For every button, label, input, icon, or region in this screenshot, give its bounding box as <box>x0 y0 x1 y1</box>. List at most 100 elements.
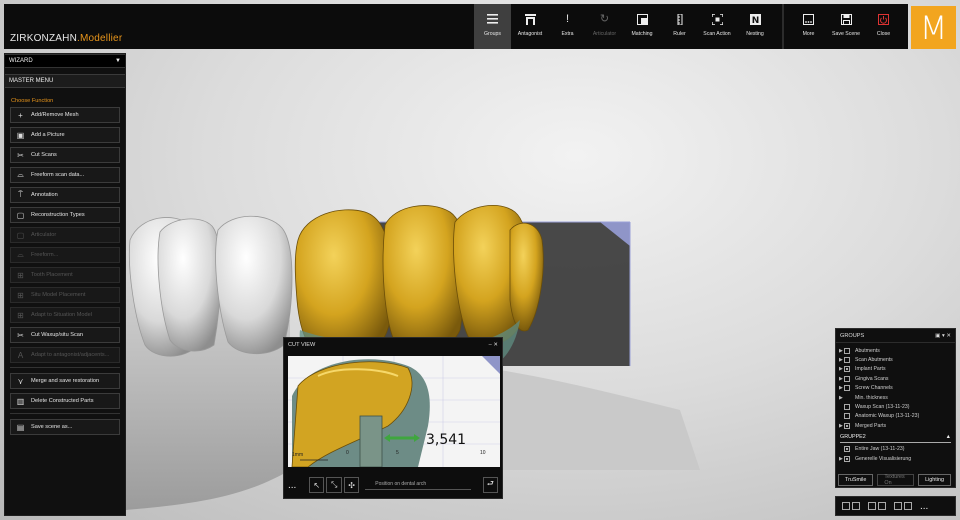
checkbox[interactable] <box>844 385 850 392</box>
freeform-scan-data-button[interactable]: ⌓ Freeform scan data... <box>10 167 120 183</box>
group-item-gingiva-scans[interactable]: ▶ Gingiva Scans <box>836 374 955 383</box>
expand-arrow-icon[interactable]: ▶ <box>836 357 844 363</box>
ruler-tool-button[interactable]: Ruler <box>661 4 698 49</box>
expand-arrow-icon[interactable]: ▶ <box>836 366 844 372</box>
delete-constructed-parts-button[interactable]: ▥ Delete Constructed Parts <box>10 393 120 409</box>
tool-label: Save Scene <box>832 31 860 37</box>
group-item-entire-jaw[interactable]: Entire Jaw (13-11-23) <box>836 445 955 454</box>
group-item-waxup-scan[interactable]: Waxup Scan (13-11-23) <box>836 402 955 411</box>
expand-arrow-icon[interactable]: ▶ <box>836 423 844 429</box>
adapt-icon: ⊞ <box>17 310 24 320</box>
layout-icon[interactable] <box>868 502 876 510</box>
button-label: Add a Picture <box>31 132 65 138</box>
trusmile-button[interactable]: TruSmile <box>838 474 874 486</box>
checkbox[interactable] <box>844 446 850 453</box>
layout-icon[interactable] <box>894 502 902 510</box>
merge-save-restoration-button[interactable]: ⋎ Merge and save restoration <box>10 373 120 389</box>
tool-label: Extra <box>561 31 574 37</box>
chevron-down-icon[interactable]: ▾ <box>942 333 945 339</box>
checkbox[interactable] <box>844 404 850 411</box>
checkbox[interactable] <box>844 347 850 354</box>
cut-waxup-situ-scan-button[interactable]: ✂ Cut Waxup/situ Scan <box>10 327 120 343</box>
close-icon[interactable]: ✕ <box>493 342 498 348</box>
minimize-icon[interactable]: – <box>489 342 492 348</box>
group-item-implant-parts[interactable]: ▶ Implant Parts <box>836 365 955 374</box>
button-label: Merge and save restoration <box>31 378 100 384</box>
group-item-merged-parts[interactable]: ▶ Merged Parts <box>836 421 955 430</box>
checkbox[interactable] <box>844 422 850 429</box>
textures-on-button[interactable]: Textures On <box>877 474 915 486</box>
expand-arrow-icon[interactable]: ▶ <box>836 376 844 382</box>
group-item-generelle-visualisierung[interactable]: ▶ Generelle Visualisierung <box>836 454 955 463</box>
layout-icon[interactable] <box>904 502 912 510</box>
move-button[interactable]: ✣ <box>343 477 360 493</box>
extra-tool-button[interactable]: ! Extra <box>549 4 586 49</box>
cut-line-button[interactable]: ⤡ <box>326 477 342 493</box>
group-item-anatomic-waxup[interactable]: Anatomic Waxup (13-11-23) <box>836 412 955 421</box>
button-label: Cut Scans <box>31 152 57 158</box>
group-item-abutments[interactable]: ▶ Abutments <box>836 346 955 355</box>
cut-view-canvas[interactable]: 3,541 1mm 0 5 10 <box>288 356 500 467</box>
tooth-icon: ⊞ <box>17 270 24 280</box>
group-item-scan-abutments[interactable]: ▶ Scan Abutments <box>836 355 955 364</box>
groups-tool-button[interactable]: Groups <box>474 4 511 49</box>
antagonist-tool-button[interactable]: Antagonist <box>511 4 549 49</box>
articulator-tool-button[interactable]: ↻ Articulator <box>586 4 623 49</box>
layout-icon[interactable] <box>842 502 850 510</box>
annotation-button[interactable]: ⍑ Annotation <box>10 187 120 203</box>
scan-action-tool-button[interactable]: Scan Action <box>698 4 736 49</box>
add-remove-mesh-button[interactable]: + Add/Remove Mesh <box>10 107 120 123</box>
expand-arrow-icon[interactable]: ▶ <box>836 456 844 462</box>
cut-line-icon: ⤡ <box>330 480 338 489</box>
group-item-min-thickness[interactable]: ▶ Min. thickness <box>836 393 955 402</box>
more-tool-button[interactable]: More <box>790 4 827 49</box>
save-scene-as-button[interactable]: ▤ Save scene as... <box>10 419 120 435</box>
lighting-button[interactable]: Lighting <box>918 474 951 486</box>
pointer-button[interactable]: ↖ <box>309 477 325 493</box>
groups-panel: GROUPS ▣ ▾ ✕ ▶ Abutments ▶ Scan Abutments … <box>835 328 956 488</box>
layout-icon[interactable] <box>878 502 886 510</box>
expand-arrow-icon[interactable]: ▶ <box>836 395 844 401</box>
collapse-icon[interactable]: ▲ <box>946 434 951 440</box>
group-label: Gingiva Scans <box>855 375 889 382</box>
groups-title: GROUPS <box>840 332 865 339</box>
group-section-header[interactable]: GRUPPE2 ▲ <box>840 434 951 443</box>
save-scene-button[interactable]: Save Scene <box>827 4 865 49</box>
group-item-screw-channels[interactable]: ▶ Screw Channels <box>836 384 955 393</box>
reset-view-button[interactable]: ⮐ <box>482 477 498 493</box>
checkbox[interactable] <box>844 455 850 462</box>
checkbox[interactable] <box>844 357 850 364</box>
maximize-icon[interactable]: ▣ <box>935 333 940 339</box>
ruler-icon <box>674 13 686 25</box>
tool-label: Nesting <box>746 31 764 37</box>
expand-arrow-icon[interactable]: ▶ <box>836 385 844 391</box>
wizard-dropdown[interactable]: WIZARD ▼ <box>5 54 125 68</box>
add-picture-button[interactable]: ▣ Add a Picture <box>10 127 120 143</box>
matching-tool-button[interactable]: Matching <box>623 4 661 49</box>
reconstruction-types-button[interactable]: ▢ Reconstruction Types <box>10 207 120 223</box>
freeform-button[interactable]: ⌓ Freeform... <box>10 247 120 263</box>
group-label: Implant Parts <box>855 366 886 373</box>
more-options-button[interactable]: ... <box>288 480 309 491</box>
nesting-tool-button[interactable]: N Nesting <box>736 4 774 49</box>
tool-label: More <box>802 31 815 37</box>
checkbox[interactable] <box>844 375 850 382</box>
checkbox[interactable] <box>844 413 850 420</box>
adapt-antagonist-button[interactable]: A Adapt to antagonist/adjacents... <box>10 347 120 363</box>
panel-controls: ▣ ▾ ✕ <box>935 333 951 339</box>
scale-unit: 1mm <box>292 452 304 458</box>
tooth-placement-button[interactable]: ⊞ Tooth Placement <box>10 267 120 283</box>
expand-arrow-icon[interactable]: ▶ <box>836 348 844 354</box>
layout-icon[interactable] <box>852 502 860 510</box>
cut-scans-button[interactable]: ✂ Cut Scans <box>10 147 120 163</box>
close-button[interactable]: Close <box>865 4 902 49</box>
groups-button-row: TruSmile Textures On Lighting <box>838 474 955 486</box>
more-options-button[interactable]: ... <box>920 501 928 512</box>
exclamation-icon: ! <box>565 13 570 25</box>
articulator-button[interactable]: ▢ Articulator <box>10 227 120 243</box>
situ-model-placement-button[interactable]: ⊞ Situ Model Placement <box>10 287 120 303</box>
adapt-situation-model-button[interactable]: ⊞ Adapt to Situation Model <box>10 307 120 323</box>
checkbox[interactable] <box>844 366 850 373</box>
position-slider[interactable]: Position on dental arch <box>365 481 471 490</box>
close-icon[interactable]: ✕ <box>946 333 951 339</box>
